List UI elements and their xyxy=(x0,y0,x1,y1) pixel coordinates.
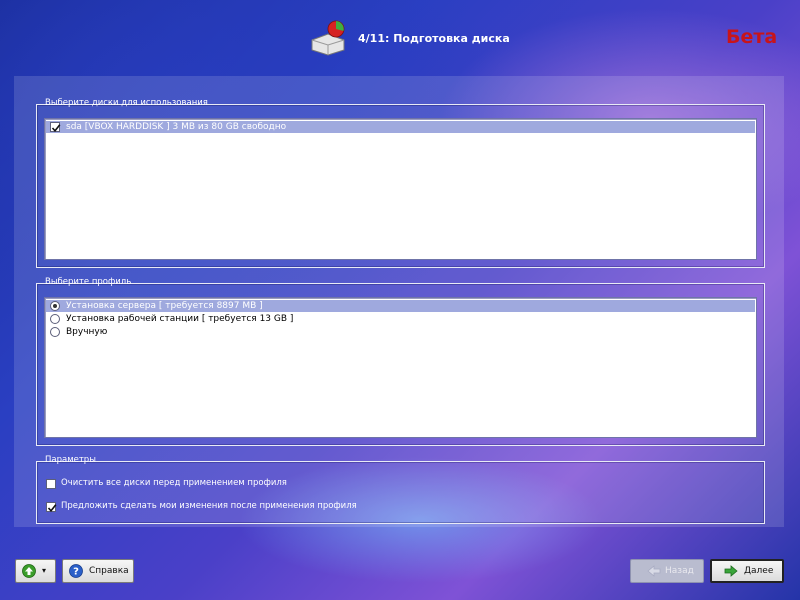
arrow-right-icon xyxy=(724,564,738,578)
next-button-label: Далее xyxy=(744,566,774,576)
green-arrow-up-icon xyxy=(22,564,36,578)
list-item[interactable]: Установка рабочей станции [ требуется 13… xyxy=(46,313,755,325)
profile-radio-manual[interactable] xyxy=(50,327,60,337)
list-item[interactable]: sda [VBOX HARDDISK ] 3 MB из 80 GB свобо… xyxy=(46,121,755,133)
profile-label: Вручную xyxy=(66,327,108,337)
beta-label: Бета xyxy=(726,26,778,48)
help-button[interactable]: ? Справка xyxy=(62,559,134,583)
profile-group: Выберите профиль Установка сервера [ тре… xyxy=(36,277,765,446)
profile-group-legend: Выберите профиль xyxy=(45,277,132,287)
disk-label: sda [VBOX HARDDISK ] 3 MB из 80 GB свобо… xyxy=(66,122,287,132)
profile-list[interactable]: Установка сервера [ требуется 8897 MB ] … xyxy=(44,297,757,438)
arrow-left-icon xyxy=(647,564,661,578)
disks-group-legend: Выберите диски для использования xyxy=(45,98,208,108)
disk-partition-icon xyxy=(308,20,352,56)
step-title: 4/11: Подготовка диска xyxy=(358,32,510,45)
suggest-changes-checkbox[interactable] xyxy=(46,502,57,513)
back-button[interactable]: Назад xyxy=(630,559,704,583)
clear-disks-checkbox[interactable] xyxy=(46,479,56,489)
back-button-label: Назад xyxy=(665,566,694,576)
profile-label: Установка сервера [ требуется 8897 MB ] xyxy=(66,301,263,311)
chevron-down-icon: ▾ xyxy=(42,566,47,575)
list-item[interactable]: Установка сервера [ требуется 8897 MB ] xyxy=(46,300,755,312)
next-button[interactable]: Далее xyxy=(710,559,784,583)
params-group-legend: Параметры xyxy=(45,455,96,465)
params-group: Параметры Очистить все диски перед приме… xyxy=(36,455,765,524)
header-bar: 4/11: Подготовка диска Бета xyxy=(0,0,800,76)
disks-group: Выберите диски для использования sda [VB… xyxy=(36,98,765,268)
svg-text:?: ? xyxy=(73,567,79,578)
list-item[interactable]: Вручную xyxy=(46,326,755,338)
profile-radio-server[interactable] xyxy=(50,301,60,311)
help-button-label: Справка xyxy=(89,566,129,576)
menu-button[interactable]: ▾ xyxy=(15,559,56,583)
clear-disks-label: Очистить все диски перед применением про… xyxy=(61,478,287,488)
disks-list[interactable]: sda [VBOX HARDDISK ] 3 MB из 80 GB свобо… xyxy=(44,118,757,260)
disk-checkbox[interactable] xyxy=(50,122,61,133)
suggest-changes-label: Предложить сделать мои изменения после п… xyxy=(61,501,357,511)
help-icon: ? xyxy=(69,564,83,578)
profile-radio-workstation[interactable] xyxy=(50,314,60,324)
profile-label: Установка рабочей станции [ требуется 13… xyxy=(66,314,294,324)
